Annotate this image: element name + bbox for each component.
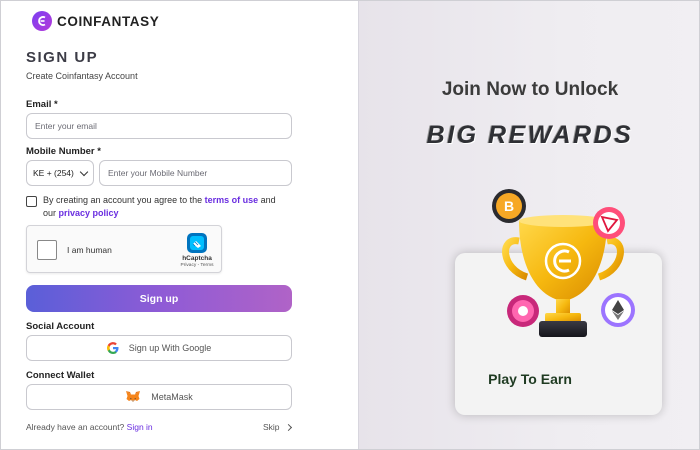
google-button-label: Sign up With Google [128,343,212,353]
page-subtitle: Create Coinfantasy Account [26,71,138,81]
connect-wallet-heading: Connect Wallet [26,370,95,381]
skip-button[interactable]: Skip [263,422,292,432]
bitcoin-coin-icon: B [492,189,526,223]
have-account-text: Already have an account? [26,422,125,432]
terms-of-use-link[interactable]: terms of use [205,195,259,205]
trophy-base [539,321,587,337]
country-code-value: KE + (254) [33,168,74,178]
chevron-right-icon [284,423,292,431]
terms-agreement-text: By creating an account you agree to the … [43,194,293,219]
signup-panel: COINFANTASY SIGN UP Create Coinfantasy A… [1,1,359,449]
agree-our: our [43,207,57,218]
email-field[interactable] [26,113,292,139]
ethereum-coin-icon [601,293,635,327]
captcha-label: I am human [67,245,112,255]
captcha-brand: hCaptcha [182,255,212,262]
hcaptcha-widget: I am human hCaptcha Privacy - Terms [26,225,222,273]
tron-coin-icon [593,207,625,239]
mobile-label: Mobile Number * [26,146,101,157]
hcaptcha-logo-icon [187,233,207,253]
google-icon [106,342,119,354]
signin-prompt: Already have an account? Sign in [26,422,153,432]
sign-up-button[interactable]: Sign up [26,285,292,312]
agree-prefix: By creating an account you agree to the [43,195,203,205]
metamask-fox-icon [126,391,141,402]
google-signup-button[interactable]: Sign up With Google [26,335,292,361]
svg-text:B: B [504,198,514,214]
agree-and: and [260,195,276,205]
sign-in-link[interactable]: Sign in [127,422,153,432]
privacy-policy-link[interactable]: privacy policy [59,208,119,218]
metamask-button-label: MetaMask [151,392,193,402]
email-label: Email * [26,99,58,110]
mobile-number-field[interactable] [99,160,292,186]
play-to-earn-label: Play To Earn [488,371,572,387]
coinfantasy-logo-icon [32,11,52,31]
terms-checkbox[interactable] [26,196,37,207]
pink-token-coin-icon [507,295,539,327]
metamask-button[interactable]: MetaMask [26,384,292,410]
captcha-privacy-terms[interactable]: Privacy - Terms [177,263,217,268]
captcha-checkbox[interactable] [37,240,57,260]
page-title: SIGN UP [26,49,99,66]
country-code-select[interactable]: KE + (254) [26,160,94,186]
brand-logo[interactable]: COINFANTASY [32,11,159,31]
brand-name: COINFANTASY [57,13,160,29]
chevron-down-icon [79,167,89,176]
social-account-heading: Social Account [26,321,95,332]
promo-panel: Join Now to Unlock BIG REWARDS B Play To… [359,1,699,449]
skip-label: Skip [263,422,280,432]
signup-page: COINFANTASY SIGN UP Create Coinfantasy A… [0,0,700,450]
